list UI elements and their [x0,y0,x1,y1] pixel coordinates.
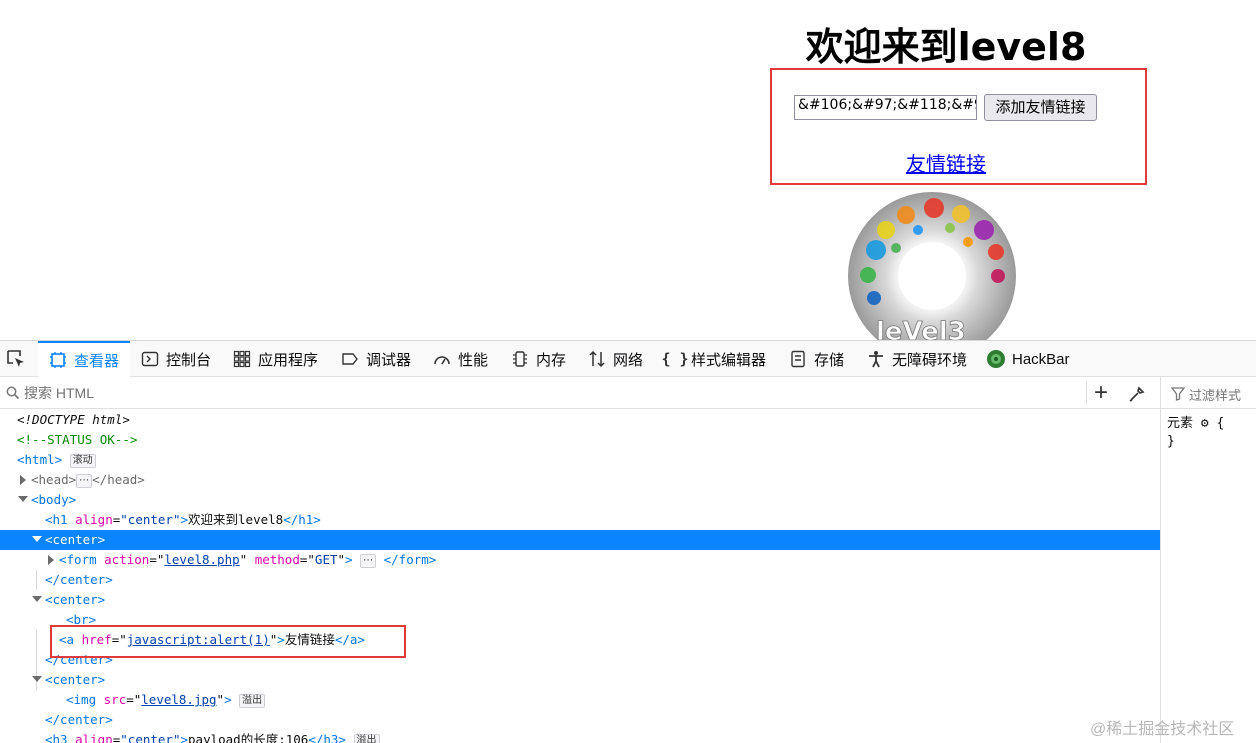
toolbar-divider [1086,381,1087,405]
markup-line-doctype[interactable]: <!DOCTYPE html> [0,410,1160,430]
img-src-link[interactable]: level8.jpg [141,692,216,707]
ellipsis-badge[interactable]: ⋯ [360,554,377,568]
filter-styles-input[interactable]: 过滤样式 [1189,385,1241,404]
expanded-twisty-icon[interactable] [32,596,42,602]
friend-link[interactable]: 友情链接 [860,148,1032,177]
comment-text: <!--STATUS OK--> [17,432,138,447]
devtools-panel: 查看器 控制台 应用程序 调试器 性能 内存 网络 {} 样式编辑器 存储 无… [0,340,1256,743]
tab-memory[interactable]: 内存 [510,341,566,377]
rules-sidebar: 过滤样式 元素 ⚙ { } [1160,377,1256,743]
search-icon [6,386,20,400]
keyword-input[interactable]: &#106;&#97;&#118;&#97;&#115;&#99;&#114;&… [794,95,977,120]
tab-style-editor[interactable]: { } 样式编辑器 [661,341,767,377]
markup-line-body[interactable]: <body> [0,490,1160,510]
svg-text:leVel3: leVel3 [876,317,966,340]
form-action-link[interactable]: level8.php [164,552,239,567]
tab-inspector[interactable]: 查看器 [38,341,130,377]
markup-line-html[interactable]: <html> 滚动 [0,450,1160,470]
add-node-icon[interactable]: + [1094,381,1108,405]
console-icon [140,349,160,369]
page-viewport: 欢迎来到level8 &#106;&#97;&#118;&#97;&#115;&… [0,0,1256,340]
tab-label: 控制台 [166,351,212,369]
storage-icon [788,349,808,369]
form-method-value: GET [314,552,338,567]
collapsed-twisty-icon[interactable] [48,555,54,565]
expanded-twisty-icon[interactable] [32,536,42,542]
devtools-toolbar: 查看器 控制台 应用程序 调试器 性能 内存 网络 {} 样式编辑器 存储 无… [0,341,1256,377]
markup-line-form[interactable]: <form action="level8.php" method="GET"> … [0,550,1160,570]
braces-icon: { } [661,350,689,368]
tab-hackbar[interactable]: HackBar [986,341,1070,377]
ellipsis-badge[interactable]: ⋯ [76,474,93,488]
accessibility-icon [866,349,886,369]
tab-label: 查看器 [74,352,120,370]
arrows-icon [587,349,607,369]
tab-application[interactable]: 应用程序 [232,341,318,377]
tab-label: 无障碍环境 [892,351,968,369]
markup-line-center-close[interactable]: </center> [0,570,1160,590]
h3-text: payload的长度:106 [188,732,309,743]
collapsed-twisty-icon[interactable] [20,475,26,485]
filter-styles-bar: 过滤样式 [1161,377,1256,409]
expanded-twisty-icon[interactable] [18,496,28,502]
add-link-button[interactable]: 添加友情链接 [984,94,1097,121]
tab-label: 调试器 [366,351,412,369]
markup-line-img[interactable]: <img src="level8.jpg"> 溢出 [0,690,1160,710]
search-html-input[interactable]: 搜索 HTML [24,383,94,403]
tab-network[interactable]: 网络 [587,341,643,377]
tab-label: 内存 [536,351,567,369]
element-picker-icon[interactable] [4,347,28,371]
tab-storage[interactable]: 存储 [788,341,844,377]
tab-label: 性能 [458,351,489,369]
tab-label: 应用程序 [258,351,319,369]
markup-line-center-selected[interactable]: <center> [0,530,1160,550]
markup-line-head[interactable]: <head> ⋯ </head> [0,470,1160,490]
tab-label: 存储 [814,351,845,369]
tab-console[interactable]: 控制台 [140,341,211,377]
tab-label: 样式编辑器 [691,351,767,369]
watermark: @稀土掘金技术社区 [1090,721,1235,738]
tab-accessibility[interactable]: 无障碍环境 [866,341,967,377]
inspector-icon [48,350,68,370]
tab-debugger[interactable]: 调试器 [340,341,411,377]
markup-line-center-close[interactable]: </center> [0,710,1160,730]
element-rule: 元素 ⚙ { } [1167,416,1225,449]
filter-icon [1171,387,1185,401]
expanded-twisty-icon[interactable] [32,676,42,682]
hackbar-icon [986,349,1006,369]
debugger-icon [340,349,360,369]
tab-performance[interactable]: 性能 [432,341,488,377]
markup-tree: <!DOCTYPE html> <!--STATUS OK--> <html> … [0,410,1160,743]
tab-label: HackBar [1012,350,1070,368]
annotation-highlight-box [50,625,406,658]
page-title: 欢迎来到level8 [805,25,1087,69]
overflow-badge[interactable]: 溢出 [239,694,266,708]
markup-line-h3[interactable]: <h3 align="center">payload的长度:106</h3> 溢… [0,730,1160,743]
markup-line-h1[interactable]: <h1 align="center">欢迎来到level8</h1> [0,510,1160,530]
scroll-badge[interactable]: 滚动 [69,454,96,468]
eyedropper-icon[interactable] [1128,385,1146,403]
h1-text: 欢迎来到level8 [188,512,284,527]
markup-line-center[interactable]: <center> [0,590,1160,610]
gauge-icon [432,349,452,369]
markup-line-comment[interactable]: <!--STATUS OK--> [0,430,1160,450]
markup-search-bar: 搜索 HTML + [0,377,1160,409]
chip-icon [510,349,530,369]
overflow-badge[interactable]: 溢出 [353,734,380,743]
markup-line-center[interactable]: <center> [0,670,1160,690]
grid-icon [232,349,252,369]
tab-label: 网络 [613,351,644,369]
doctype-text: <!DOCTYPE html> [17,412,130,427]
level8-image: leVel3 [848,192,1016,340]
